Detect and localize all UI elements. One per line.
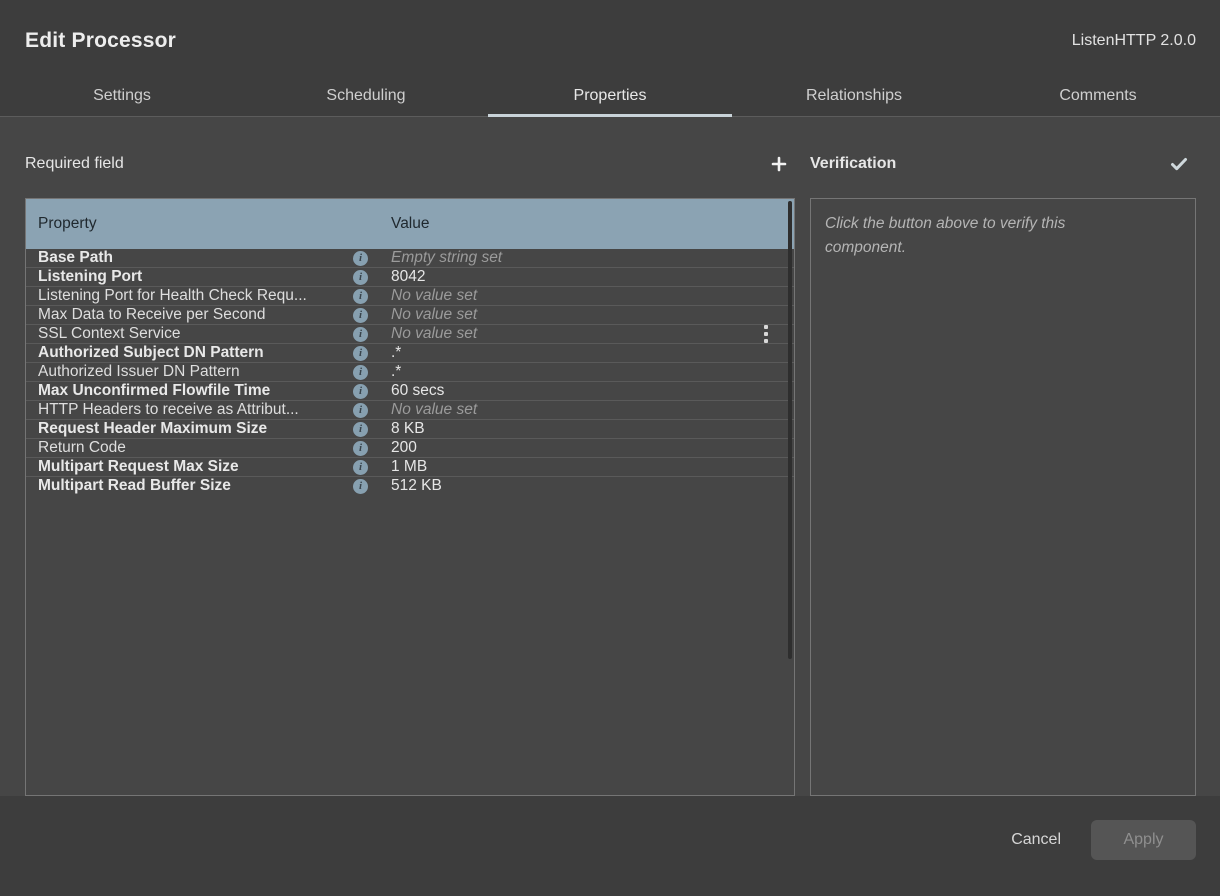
processor-type-version: ListenHTTP 2.0.0 xyxy=(1072,32,1196,50)
tab-scheduling[interactable]: Scheduling xyxy=(244,75,488,116)
property-name: Listening Port xyxy=(26,268,344,286)
info-icon[interactable]: i xyxy=(353,251,368,266)
dialog-header: Edit Processor ListenHTTP 2.0.0 Settings… xyxy=(0,0,1220,117)
table-row[interactable]: Authorized Issuer DN Pattern i .* xyxy=(26,362,794,381)
info-icon[interactable]: i xyxy=(353,327,368,342)
property-value[interactable]: No value set xyxy=(391,287,794,305)
table-row[interactable]: Listening Port for Health Check Requ... i… xyxy=(26,286,794,305)
page-title: Edit Processor xyxy=(25,29,176,53)
table-row[interactable]: Return Code i 200 xyxy=(26,438,794,457)
tab-properties[interactable]: Properties xyxy=(488,75,732,116)
property-name: Return Code xyxy=(26,439,344,457)
table-row[interactable]: Multipart Read Buffer Size i 512 KB xyxy=(26,476,794,495)
property-name: Request Header Maximum Size xyxy=(26,420,344,438)
table-row[interactable]: Listening Port i 8042 xyxy=(26,267,794,286)
properties-column: Required field Property Value Base Path i… xyxy=(25,117,795,796)
table-body: Base PathiEmpty string setListening Port… xyxy=(26,249,794,495)
property-name: Max Data to Receive per Second xyxy=(26,306,344,324)
column-header-value: Value xyxy=(391,215,430,233)
property-value[interactable]: 8042 xyxy=(391,268,794,286)
tab-bar: SettingsSchedulingPropertiesRelationship… xyxy=(0,75,1220,117)
verification-label: Verification xyxy=(810,155,896,173)
row-menu-icon[interactable] xyxy=(764,325,768,343)
plus-icon xyxy=(771,156,787,172)
property-name: Max Unconfirmed Flowfile Time xyxy=(26,382,344,400)
cancel-button[interactable]: Cancel xyxy=(1007,823,1065,857)
property-name: Authorized Issuer DN Pattern xyxy=(26,363,344,381)
table-scrollbar[interactable] xyxy=(788,201,792,659)
info-icon[interactable]: i xyxy=(353,460,368,475)
column-header-property: Property xyxy=(26,215,356,233)
table-header-row: Property Value xyxy=(26,199,794,249)
property-name: HTTP Headers to receive as Attribut... xyxy=(26,401,344,419)
verification-panel: Click the button above to verify this co… xyxy=(810,198,1196,796)
property-name: Multipart Request Max Size xyxy=(26,458,344,476)
property-name: Listening Port for Health Check Requ... xyxy=(26,287,344,305)
property-name: Multipart Read Buffer Size xyxy=(26,477,344,495)
property-name: Authorized Subject DN Pattern xyxy=(26,344,344,362)
info-icon[interactable]: i xyxy=(353,384,368,399)
table-row[interactable]: Multipart Request Max Size i 1 MB xyxy=(26,457,794,476)
property-value[interactable]: .* xyxy=(391,344,794,362)
property-value[interactable]: Empty string set xyxy=(391,249,794,267)
property-value[interactable]: .* xyxy=(391,363,794,381)
info-icon[interactable]: i xyxy=(353,308,368,323)
property-value[interactable]: No value set xyxy=(391,306,794,324)
info-icon[interactable]: i xyxy=(353,422,368,437)
edit-processor-dialog: Edit Processor ListenHTTP 2.0.0 Settings… xyxy=(0,0,1220,896)
check-icon xyxy=(1170,156,1188,172)
table-row[interactable]: HTTP Headers to receive as Attribut... i N… xyxy=(26,400,794,419)
property-value[interactable]: 200 xyxy=(391,439,794,457)
verification-message: Click the button above to verify this co… xyxy=(825,212,1145,260)
info-icon[interactable]: i xyxy=(353,441,368,456)
property-name: Base Path xyxy=(26,249,344,267)
required-field-label: Required field xyxy=(25,155,124,173)
table-row[interactable]: Max Data to Receive per Second i No value … xyxy=(26,305,794,324)
property-name: SSL Context Service xyxy=(26,325,344,343)
info-icon[interactable]: i xyxy=(353,365,368,380)
tab-relationships[interactable]: Relationships xyxy=(732,75,976,116)
table-row[interactable]: Request Header Maximum Size i 8 KB xyxy=(26,419,794,438)
table-row[interactable]: SSL Context Service i No value set xyxy=(26,324,794,343)
info-icon[interactable]: i xyxy=(353,289,368,304)
tab-settings[interactable]: Settings xyxy=(0,75,244,116)
table-row[interactable]: Base Path i Empty string set xyxy=(26,249,794,267)
verification-column: Verification Click the button above to v… xyxy=(810,117,1196,796)
properties-table: Property Value Base Path i Empty string se… xyxy=(25,198,795,796)
info-icon[interactable]: i xyxy=(353,270,368,285)
info-icon[interactable]: i xyxy=(353,346,368,361)
info-icon[interactable]: i xyxy=(353,403,368,418)
table-row[interactable]: Authorized Subject DN Pattern i .* xyxy=(26,343,794,362)
dialog-footer: Cancel Apply xyxy=(0,796,1220,896)
property-value[interactable]: 8 KB xyxy=(391,420,794,438)
apply-button[interactable]: Apply xyxy=(1091,820,1196,860)
property-value[interactable]: No value set xyxy=(391,325,764,343)
property-value[interactable]: 512 KB xyxy=(391,477,794,495)
verify-button[interactable] xyxy=(1162,152,1196,176)
info-icon[interactable]: i xyxy=(353,479,368,494)
table-row[interactable]: Max Unconfirmed Flowfile Time i 60 secs xyxy=(26,381,794,400)
property-value[interactable]: 1 MB xyxy=(391,458,794,476)
add-property-button[interactable] xyxy=(763,152,795,176)
tab-comments[interactable]: Comments xyxy=(976,75,1220,116)
property-value[interactable]: 60 secs xyxy=(391,382,794,400)
property-value[interactable]: No value set xyxy=(391,401,794,419)
dialog-content: Required field Property Value Base Path i… xyxy=(0,117,1220,796)
